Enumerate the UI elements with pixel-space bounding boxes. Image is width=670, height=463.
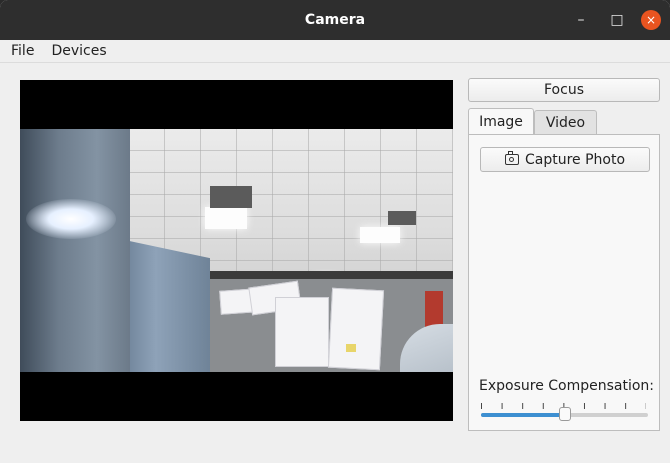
ceiling-vent [210, 186, 252, 208]
slider-fill [481, 413, 565, 417]
close-button[interactable]: × [641, 10, 661, 30]
exposure-slider[interactable] [481, 407, 648, 421]
camera-preview-image [20, 129, 453, 372]
capture-photo-label: Capture Photo [524, 151, 626, 168]
camera-window: Camera – □ × File Devices Focus Image Vi… [0, 0, 670, 463]
sticky-note [346, 344, 356, 352]
cubicle-partition [120, 239, 210, 372]
pillar [20, 129, 130, 372]
exposure-compensation-label: Exposure Compensation: [479, 378, 655, 394]
maximize-button[interactable]: □ [607, 10, 627, 30]
control-panel: Focus Image Video Capture Photo Exposure… [468, 78, 660, 431]
pinned-paper [327, 287, 385, 371]
title-bar[interactable]: Camera – □ × [0, 0, 670, 40]
image-tab-pane: Capture Photo Exposure Compensation: [468, 134, 660, 431]
capture-photo-button[interactable]: Capture Photo [480, 147, 650, 172]
cubicle-edge [170, 271, 453, 279]
camera-icon [504, 151, 519, 165]
ceiling-vent [388, 211, 416, 225]
light-reflection [26, 199, 116, 239]
menu-file[interactable]: File [5, 43, 40, 59]
focus-button[interactable]: Focus [468, 78, 660, 102]
menu-devices[interactable]: Devices [45, 43, 112, 59]
ceiling-light [360, 227, 400, 243]
tab-image[interactable]: Image [468, 108, 534, 135]
window-title: Camera [304, 12, 366, 28]
pinned-paper [275, 297, 329, 367]
ceiling-light [205, 207, 247, 229]
menu-bar: File Devices [0, 40, 670, 63]
camera-viewfinder [20, 80, 453, 421]
minimize-button[interactable]: – [571, 10, 591, 30]
slider-handle[interactable] [558, 407, 571, 421]
tab-video[interactable]: Video [534, 110, 597, 135]
